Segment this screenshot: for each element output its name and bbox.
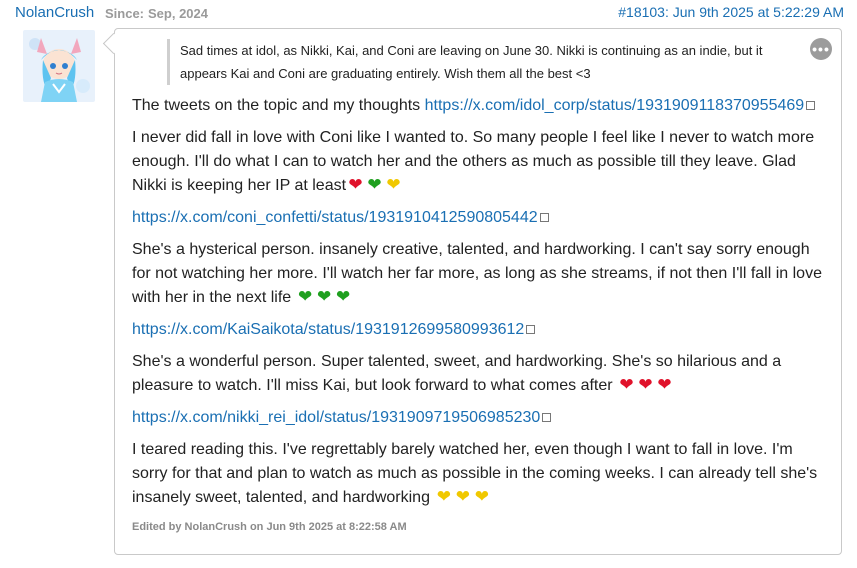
green-heart-icon: ❤ [367, 175, 382, 194]
external-link-icon [526, 325, 536, 334]
member-since: Since: Sep, 2024 [105, 6, 208, 21]
since-label: Since: [105, 6, 145, 21]
yellow-heart-icon: ❤ [455, 487, 471, 506]
green-heart-icon: ❤ [336, 287, 351, 306]
paragraph-3-text: She's a hysterical person. insanely crea… [132, 241, 822, 306]
red-heart-icon: ❤ [348, 175, 363, 194]
yellow-heart-icon: ❤ [436, 487, 452, 506]
paragraph-link-2: https://x.com/coni_confetti/status/19319… [132, 206, 832, 230]
post-bubble: Sad times at idol, as Nikki, Kai, and Co… [114, 28, 842, 555]
paragraph-2-text: I never did fall in love with Coni like … [132, 129, 815, 194]
more-options-icon: ••• [812, 41, 830, 57]
post-permalink[interactable]: #18103: Jun 9th 2025 at 5:22:29 AM [618, 4, 844, 20]
tweet-link-kai[interactable]: https://x.com/KaiSaikota/status/19319126… [132, 321, 524, 338]
paragraph-4-text: She's a wonderful person. Super talented… [132, 353, 782, 394]
red-heart-icon: ❤ [657, 375, 672, 394]
external-link-icon [539, 213, 549, 222]
more-options-button[interactable]: ••• [810, 38, 832, 60]
red-heart-icon: ❤ [638, 375, 653, 394]
tweet-link-idol-corp[interactable]: https://x.com/idol_corp/status/193190911… [425, 97, 805, 114]
since-value: Sep, 2024 [148, 6, 209, 21]
green-heart-icon: ❤ [298, 287, 313, 306]
paragraph-3: She's a hysterical person. insanely crea… [132, 238, 832, 310]
username-link[interactable]: NolanCrush [15, 4, 94, 21]
paragraph-link-3: https://x.com/KaiSaikota/status/19319126… [132, 318, 832, 342]
external-link-icon [806, 101, 816, 110]
quoted-text: Sad times at idol, as Nikki, Kai, and Co… [167, 39, 796, 85]
paragraph-1-text: The tweets on the topic and my thoughts [132, 97, 425, 114]
paragraph-1: The tweets on the topic and my thoughts … [132, 94, 832, 118]
external-link-icon [542, 413, 552, 422]
paragraph-link-4: https://x.com/nikki_rei_idol/status/1931… [132, 406, 832, 430]
paragraph-4: She's a wonderful person. Super talented… [132, 350, 832, 398]
green-heart-icon: ❤ [317, 287, 332, 306]
yellow-heart-icon: ❤ [386, 175, 401, 194]
anime-avatar-icon [23, 30, 95, 102]
paragraph-5: I teared reading this. I've regrettably … [132, 438, 832, 510]
post-header: NolanCrush Since: Sep, 2024 #18103: Jun 9… [0, 0, 857, 24]
tweet-link-coni[interactable]: https://x.com/coni_confetti/status/19319… [132, 209, 538, 226]
yellow-heart-icon: ❤ [474, 487, 490, 506]
avatar[interactable] [23, 30, 95, 102]
tweet-link-nikki[interactable]: https://x.com/nikki_rei_idol/status/1931… [132, 409, 540, 426]
edited-note: Edited by NolanCrush on Jun 9th 2025 at … [132, 521, 407, 533]
post-body: The tweets on the topic and my thoughts … [132, 94, 832, 518]
red-heart-icon: ❤ [619, 375, 634, 394]
paragraph-2: I never did fall in love with Coni like … [132, 126, 832, 198]
